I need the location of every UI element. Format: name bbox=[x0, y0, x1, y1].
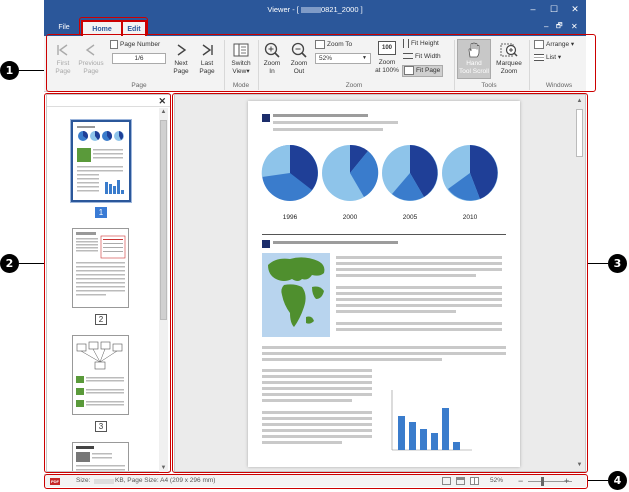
callout-2: 2 bbox=[0, 254, 19, 273]
callout-2-leader bbox=[19, 263, 46, 264]
window-title-suffix: 0821_2000 ] bbox=[320, 5, 363, 14]
minimize-button[interactable]: – bbox=[526, 3, 540, 15]
redacted-filename bbox=[300, 7, 321, 14]
doc-close-button[interactable]: ✕ bbox=[571, 22, 578, 31]
callout-3: 3 bbox=[608, 254, 627, 273]
tab-highlight-frame bbox=[79, 17, 148, 35]
maximize-button[interactable]: ☐ bbox=[547, 3, 561, 15]
callout-3-leader bbox=[588, 263, 608, 264]
document-highlight-frame bbox=[172, 93, 588, 473]
window-title: Viewer - [ 0821_2000 ] bbox=[44, 5, 586, 14]
callout-4: 4 bbox=[608, 471, 627, 490]
callout-1: 1 bbox=[0, 61, 19, 80]
window-title-prefix: Viewer - [ bbox=[267, 5, 301, 14]
callout-4-leader bbox=[588, 480, 608, 481]
doc-minimize-button[interactable]: – bbox=[544, 22, 548, 31]
thumbnail-highlight-frame bbox=[44, 93, 171, 473]
ribbon-highlight-frame bbox=[46, 34, 596, 92]
close-button[interactable]: ✕ bbox=[568, 3, 582, 15]
doc-restore-button[interactable]: 🗗 bbox=[556, 22, 563, 33]
screenshot: 1 2 3 4 Viewer - [ 0821_2000 ] – ☐ ✕ Fil… bbox=[0, 0, 629, 492]
callout-1-leader bbox=[19, 70, 44, 71]
statusbar-highlight-frame bbox=[44, 474, 588, 489]
